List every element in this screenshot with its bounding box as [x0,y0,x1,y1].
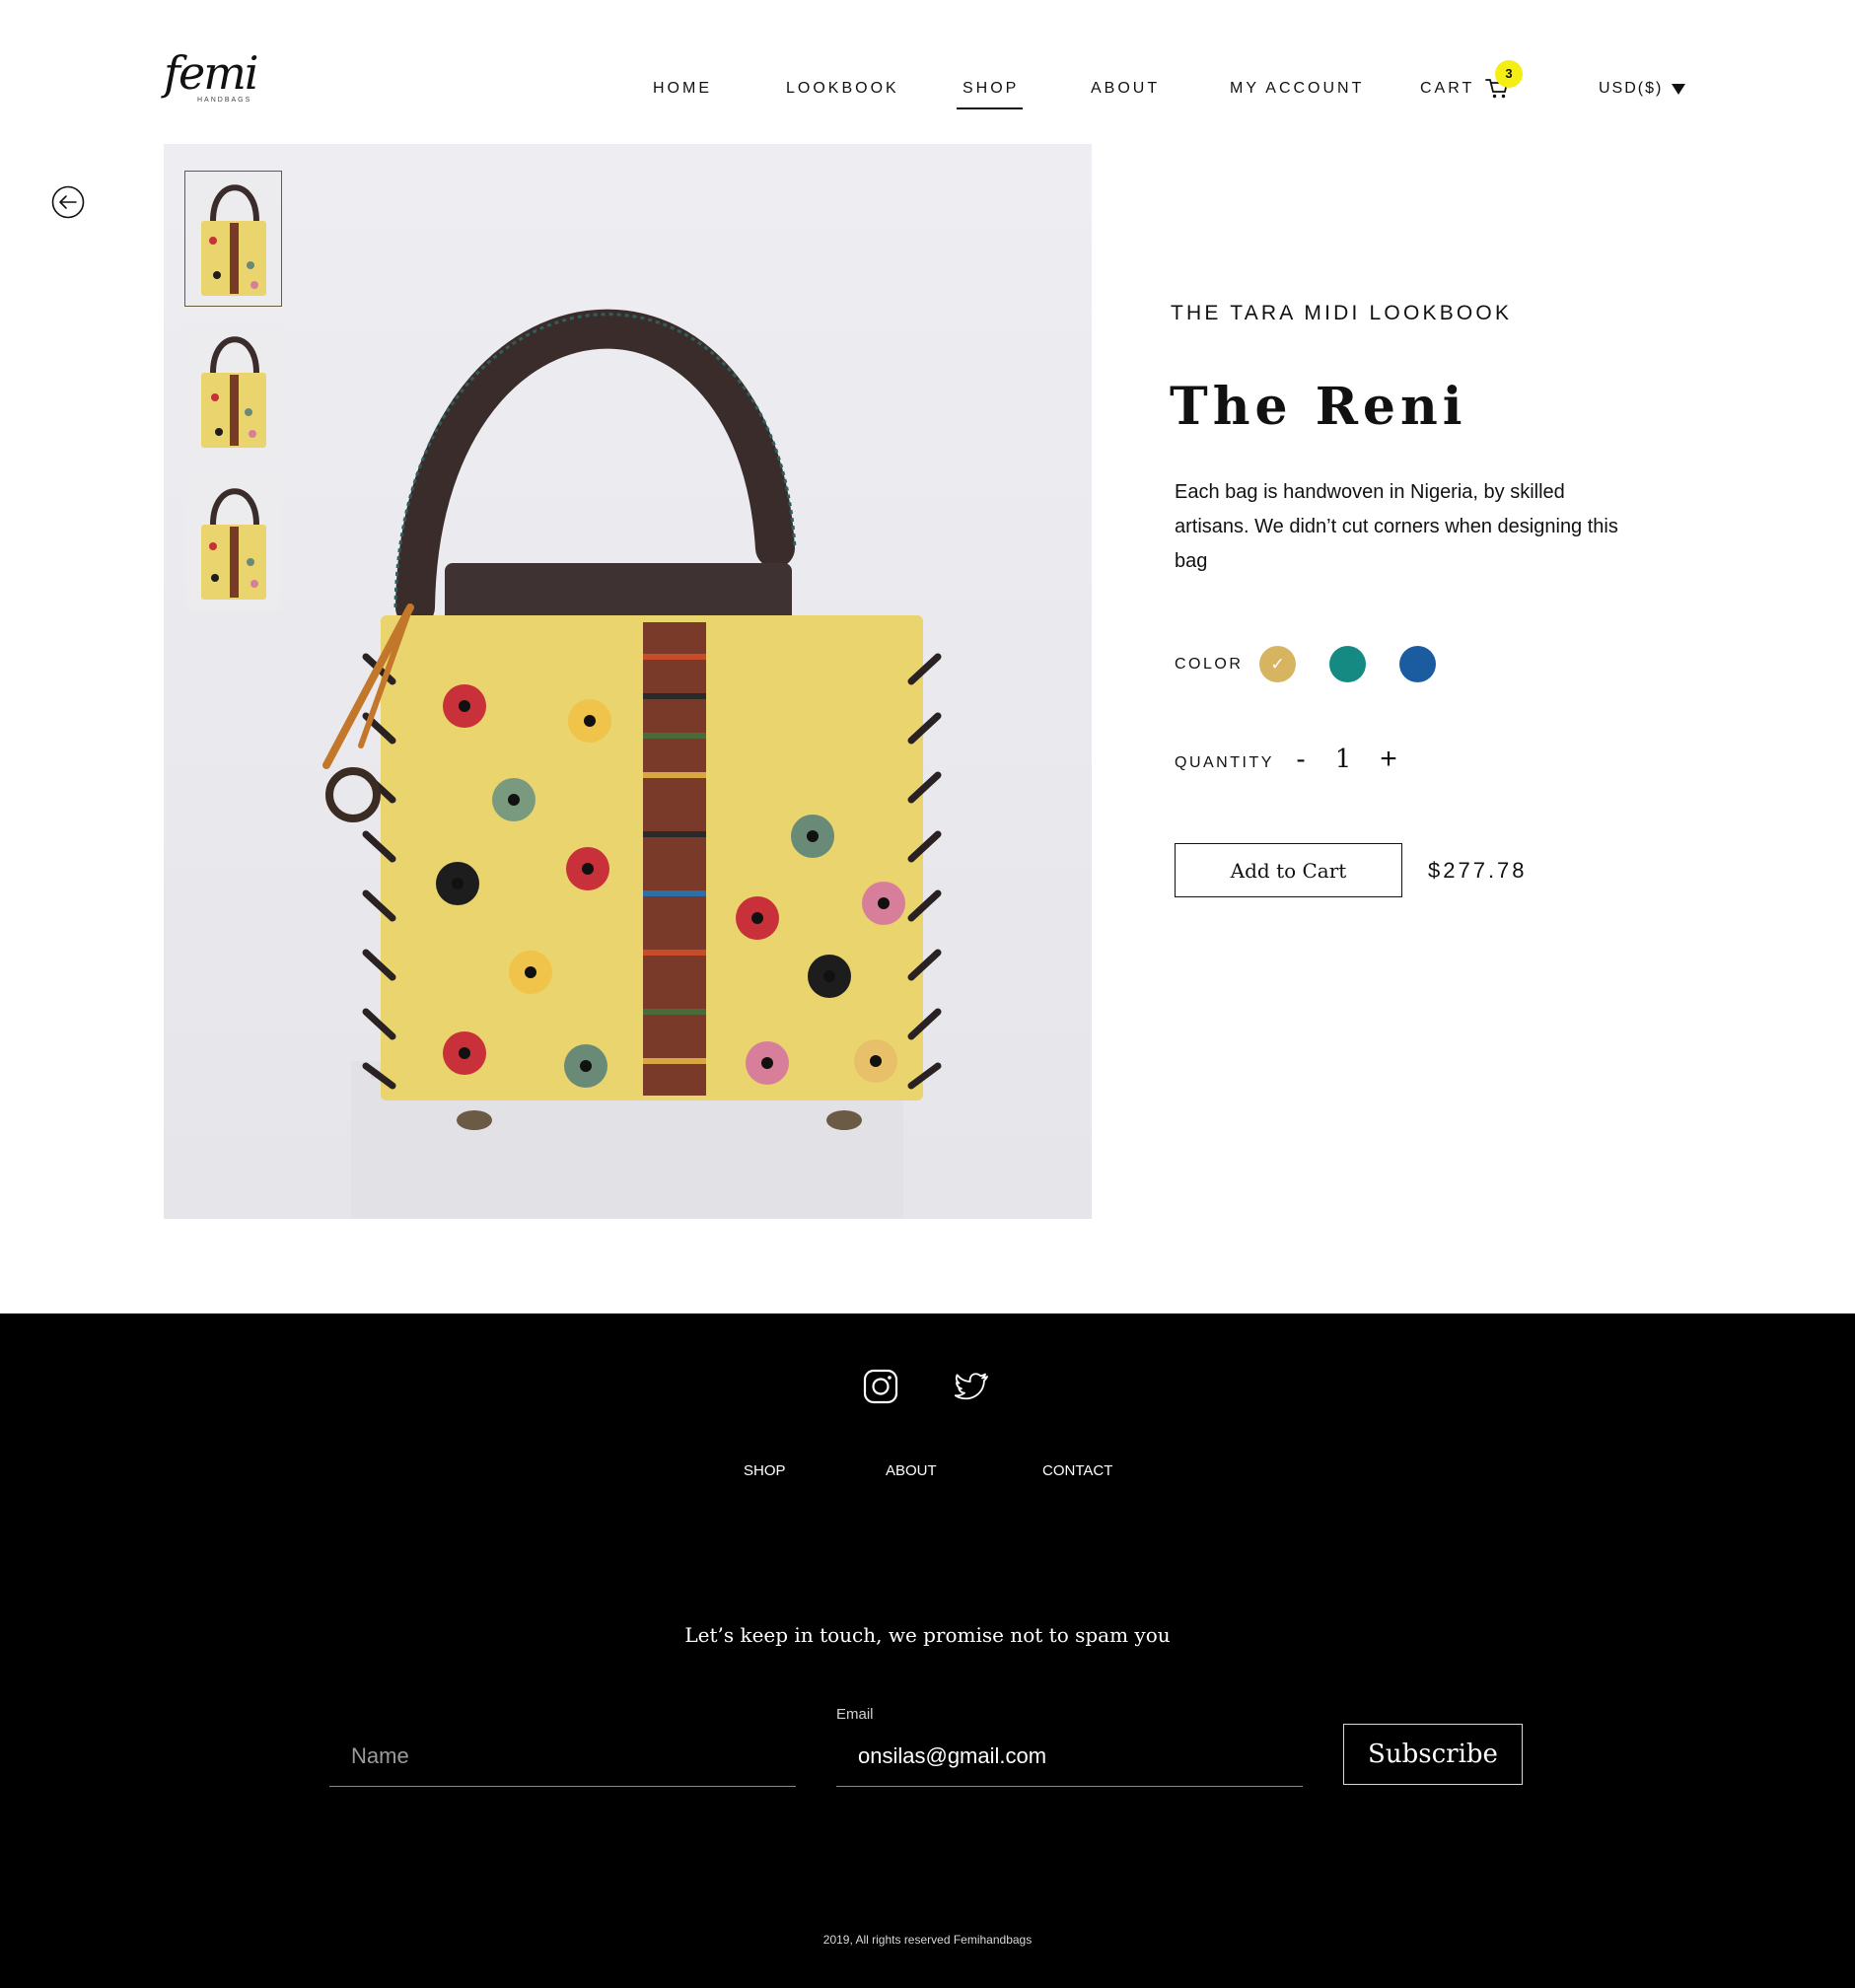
color-swatch-gold[interactable]: ✓ [1259,646,1296,682]
brand-logo[interactable]: femi HANDBAGS [164,43,259,112]
quantity-decrease-button[interactable]: - [1291,742,1311,777]
add-to-cart-button[interactable]: Add to Cart [1175,843,1402,897]
color-swatch-blue[interactable] [1399,646,1436,682]
nav-my-account[interactable]: MY ACCOUNT [1230,77,1364,101]
site-footer: SHOP ABOUT CONTACT Let’s keep in touch, … [0,1314,1855,1988]
product-title: The Reni [1170,377,1467,437]
collection-name: THE TARA MIDI LOOKBOOK [1171,302,1513,324]
quantity-label: QUANTITY [1175,754,1274,771]
quantity-increase-button[interactable]: + [1375,742,1402,777]
email-input[interactable] [836,1726,1303,1786]
nav-about[interactable]: ABOUT [1091,77,1160,101]
back-arrow-icon[interactable] [51,185,85,219]
name-input[interactable] [329,1726,796,1786]
nav-cart[interactable]: CART [1420,77,1474,101]
color-swatch-teal[interactable] [1329,646,1366,682]
name-field [329,1726,796,1787]
product-thumbnail[interactable] [185,323,281,458]
chevron-down-icon[interactable] [1672,84,1685,95]
product-price: $277.78 [1428,858,1528,883]
currency-selector[interactable]: USD($) [1599,77,1663,101]
instagram-icon[interactable] [863,1369,898,1404]
logo-wordmark: femi [164,46,259,100]
subscribe-button[interactable]: Subscribe [1343,1724,1523,1785]
footer-link-about[interactable]: ABOUT [886,1461,937,1481]
email-field [836,1726,1303,1787]
twitter-icon[interactable] [954,1369,990,1404]
quantity-value: 1 [1334,745,1352,774]
nav-shop[interactable]: SHOP [956,77,1024,109]
nav-lookbook[interactable]: LOOKBOOK [786,77,899,101]
email-label: Email [836,1706,874,1723]
newsletter-tagline: Let’s keep in touch, we promise not to s… [684,1623,1171,1647]
cart-count-badge: 3 [1495,60,1523,88]
product-thumbnail[interactable] [185,475,281,609]
copyright-text: 2019, All rights reserved Femihandbags [822,1933,1033,1947]
product-main-image [164,144,1092,1219]
logo-subtext: HANDBAGS [197,97,252,104]
check-icon: ✓ [1270,655,1285,674]
product-description: Each bag is handwoven in Nigeria, by ski… [1175,481,1618,572]
footer-link-shop[interactable]: SHOP [744,1461,786,1481]
color-label: COLOR [1175,656,1244,673]
nav-home[interactable]: HOME [653,77,712,101]
product-thumbnail[interactable] [184,171,282,307]
footer-link-contact[interactable]: CONTACT [1042,1461,1112,1481]
